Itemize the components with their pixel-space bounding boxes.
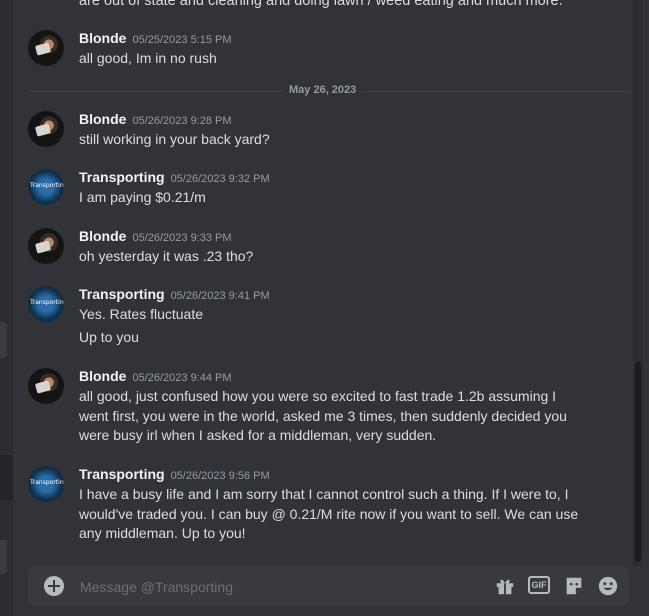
left-sidebar-edge — [0, 0, 13, 616]
message-timestamp: 05/26/2023 9:56 PM — [170, 470, 270, 482]
message-text: still working in your back yard? — [79, 131, 270, 147]
gif-icon[interactable]: GIF — [528, 576, 550, 594]
message-author[interactable]: Transporting — [79, 466, 165, 482]
plus-circle-icon[interactable] — [44, 576, 64, 596]
message-author[interactable]: Blonde — [79, 111, 126, 127]
message-input[interactable] — [78, 575, 462, 599]
partial-message-text: are out of state and cleaning and doing … — [79, 0, 563, 9]
message-text: I have a busy life and I am sorry that I… — [79, 486, 579, 541]
gift-icon[interactable] — [494, 575, 516, 597]
message-timestamp: 05/26/2023 9:41 PM — [170, 290, 270, 302]
message-timestamp: 05/26/2023 9:44 PM — [132, 372, 232, 384]
message-list: are out of state and cleaning and doing … — [13, 0, 633, 566]
sidebar-fragment — [0, 540, 7, 574]
message-text: all good, just confused how you were so … — [79, 388, 567, 443]
avatar[interactable]: Transporting — [28, 169, 64, 205]
message-author[interactable]: Blonde — [79, 368, 126, 384]
message-composer: GIF — [28, 566, 629, 606]
message-author[interactable]: Blonde — [79, 228, 126, 244]
date-divider: May 26, 2023 — [283, 84, 363, 96]
sidebar-fragment — [0, 455, 13, 500]
avatar[interactable]: Transporting — [28, 466, 64, 502]
avatar[interactable] — [28, 228, 64, 264]
scrollbar-thumb[interactable] — [635, 362, 641, 562]
message-text: all good, Im in no rush — [79, 50, 217, 66]
avatar-logo-text: Transporting — [30, 182, 64, 189]
message-timestamp: 05/26/2023 9:32 PM — [170, 173, 270, 185]
avatar-logo-text: Transporting — [30, 299, 64, 306]
sidebar-fragment — [0, 322, 7, 358]
emoji-icon[interactable] — [597, 575, 619, 597]
avatar-logo-text: Transporting — [30, 479, 64, 486]
message-timestamp: 05/26/2023 9:28 PM — [132, 115, 232, 127]
message-text: I am paying $0.21/m — [79, 189, 206, 205]
avatar[interactable] — [28, 30, 64, 66]
message-text: Up to you — [79, 329, 139, 345]
avatar[interactable] — [28, 111, 64, 147]
message-timestamp: 05/26/2023 9:33 PM — [132, 232, 232, 244]
message-text: oh yesterday it was .23 tho? — [79, 248, 254, 264]
sticker-icon[interactable] — [563, 575, 585, 597]
message-author[interactable]: Transporting — [79, 286, 165, 302]
message-author[interactable]: Transporting — [79, 169, 165, 185]
message-author[interactable]: Blonde — [79, 30, 126, 46]
avatar[interactable] — [28, 368, 64, 404]
message-text: Yes. Rates fluctuate — [79, 306, 204, 322]
message-timestamp: 05/25/2023 5:15 PM — [132, 34, 232, 46]
avatar[interactable]: Transporting — [28, 286, 64, 322]
